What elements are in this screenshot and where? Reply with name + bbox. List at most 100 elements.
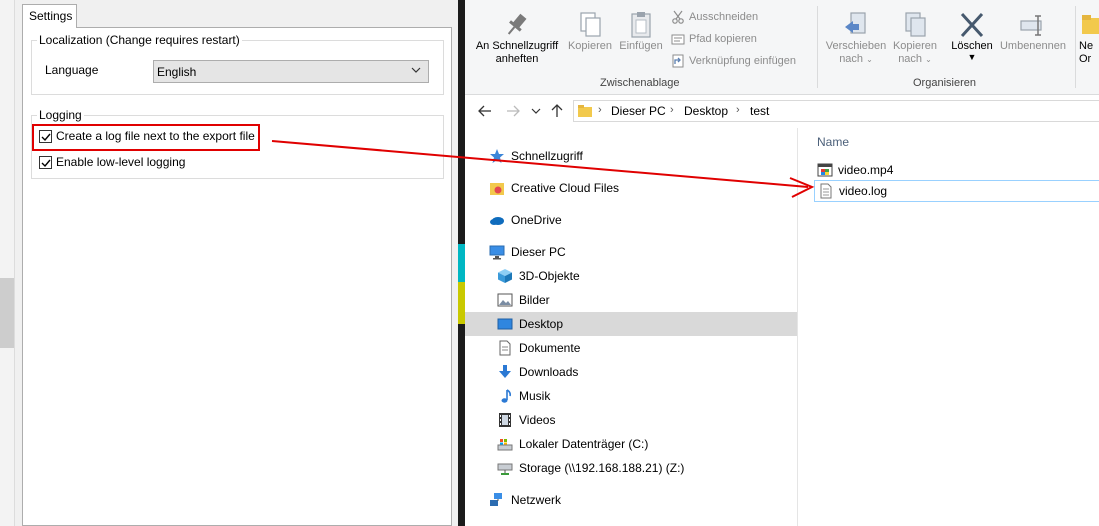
pin-icon	[507, 13, 527, 35]
delete-button[interactable]: Löschen ▼	[947, 10, 997, 62]
nav-item-this-pc[interactable]: Dieser PC	[465, 240, 797, 264]
nav-item-3d-objects[interactable]: 3D-Objekte	[465, 264, 797, 288]
language-select[interactable]: English	[153, 60, 429, 83]
desktop-gap	[458, 0, 465, 526]
cut-label: Ausschneiden	[689, 11, 759, 23]
copy-to-label-line1: Kopieren	[892, 40, 938, 52]
low-level-label: Enable low-level logging	[56, 155, 186, 169]
nav-label: Netzwerk	[511, 493, 562, 507]
paste-button[interactable]: Einfügen	[617, 10, 665, 53]
copy-label: Kopieren	[567, 40, 613, 52]
logging-group-title: Logging	[37, 108, 84, 122]
nav-item-music[interactable]: Musik	[465, 384, 797, 408]
column-header-name[interactable]: Name	[817, 135, 849, 149]
new-folder-button[interactable]: Ne Or	[1079, 10, 1099, 66]
network-icon	[490, 493, 502, 506]
file-row-video-mp4[interactable]: video.mp4	[814, 159, 1099, 181]
nav-item-videos[interactable]: Videos	[465, 408, 797, 432]
pin-label-line1: An Schnellzugriff	[475, 40, 559, 52]
copy-path-icon	[671, 34, 685, 45]
nav-item-creative-cloud[interactable]: Creative Cloud Files	[465, 176, 797, 200]
new-folder-label-line2: Or	[1079, 53, 1092, 65]
pictures-icon	[497, 293, 513, 307]
localization-group-title: Localization (Change requires restart)	[37, 33, 242, 47]
low-level-checkbox-row[interactable]: Enable low-level logging	[39, 155, 199, 171]
tab-settings-label: Settings	[29, 9, 73, 23]
copy-to-icon	[905, 12, 926, 37]
copy-path-button[interactable]: Pfad kopieren	[671, 31, 781, 49]
copy-to-label-line2: nach	[898, 53, 923, 65]
ribbon-separator	[1075, 6, 1076, 88]
copy-path-label: Pfad kopieren	[689, 33, 757, 45]
nav-label: Musik	[519, 389, 551, 403]
recent-locations-chevron-icon[interactable]	[531, 107, 541, 115]
pin-quick-access-button[interactable]: An Schnellzugriff anheften	[471, 10, 563, 66]
settings-page	[22, 27, 452, 526]
move-to-icon	[845, 12, 866, 34]
nav-item-documents[interactable]: Dokumente	[465, 336, 797, 360]
address-bar: › Dieser PC › Desktop › test	[465, 95, 1099, 127]
nav-item-storage[interactable]: Storage (\\192.168.188.21) (Z:)	[465, 456, 797, 480]
nav-item-network[interactable]: Netzwerk	[465, 488, 797, 512]
rename-icon	[1020, 15, 1042, 36]
tab-settings[interactable]: Settings	[22, 4, 77, 28]
cut-button[interactable]: Ausschneiden	[671, 9, 781, 27]
nav-label: OneDrive	[511, 213, 562, 227]
text-file-icon	[820, 183, 832, 199]
scrollbar-thumb[interactable]	[0, 278, 14, 348]
nav-item-onedrive[interactable]: OneDrive	[465, 208, 797, 232]
breadcrumb-separator: ›	[736, 104, 740, 116]
navigation-pane: Schnellzugriff Creative Cloud Files OneD…	[465, 128, 798, 526]
up-arrow-icon[interactable]	[549, 103, 565, 119]
creative-cloud-folder-icon	[490, 183, 504, 195]
new-folder-label-line1: Ne	[1079, 40, 1094, 52]
nav-label: Videos	[519, 413, 556, 427]
file-row-video-log[interactable]: video.log	[814, 180, 1099, 202]
nav-label: Creative Cloud Files	[511, 181, 620, 195]
move-to-label-line1: Verschieben	[825, 40, 887, 52]
nav-item-downloads[interactable]: Downloads	[465, 360, 797, 384]
move-to-button[interactable]: Verschieben nach ⌄	[823, 10, 889, 66]
nav-label: Storage (\\192.168.188.21) (Z:)	[519, 461, 685, 475]
video-file-icon	[817, 163, 833, 177]
nav-item-pictures[interactable]: Bilder	[465, 288, 797, 312]
breadcrumb-desktop[interactable]: Desktop	[684, 104, 728, 118]
breadcrumb-this-pc[interactable]: Dieser PC	[611, 104, 666, 118]
low-level-checkbox[interactable]	[39, 156, 52, 169]
nav-item-desktop[interactable]: Desktop	[465, 312, 797, 336]
desktop-icon	[497, 318, 513, 330]
paste-label: Einfügen	[619, 40, 663, 52]
nav-label: Dieser PC	[511, 245, 566, 259]
copy-button[interactable]: Kopieren	[566, 10, 614, 53]
left-side-strip	[0, 0, 15, 526]
chevron-down-icon	[411, 67, 421, 73]
star-icon	[490, 149, 504, 163]
file-list-pane: Name video.mp4 video.log	[798, 128, 1099, 526]
cloud-icon	[490, 217, 504, 225]
folder-icon	[578, 105, 592, 117]
back-arrow-icon[interactable]	[477, 103, 493, 119]
paste-shortcut-button[interactable]: Verknüpfung einfügen	[671, 53, 811, 71]
desktop-wallpaper-cyan	[458, 244, 465, 282]
address-input[interactable]: › Dieser PC › Desktop › test	[573, 100, 1099, 122]
language-label: Language	[45, 63, 99, 77]
nav-label: Lokaler Datenträger (C:)	[519, 437, 649, 451]
copy-to-button[interactable]: Kopieren nach ⌄	[889, 10, 941, 66]
annotation-highlight-box	[32, 124, 260, 151]
network-drive-icon	[497, 463, 513, 475]
music-note-icon	[501, 389, 511, 403]
nav-item-local-disk[interactable]: Lokaler Datenträger (C:)	[465, 432, 797, 456]
nav-item-quick-access[interactable]: Schnellzugriff	[465, 144, 797, 168]
forward-arrow-icon[interactable]	[505, 103, 521, 119]
paste-shortcut-label: Verknüpfung einfügen	[689, 55, 797, 67]
new-folder-icon	[1082, 15, 1099, 34]
pin-label-line2: anheften	[495, 53, 539, 65]
nav-label: Dokumente	[519, 341, 581, 355]
film-icon	[499, 413, 511, 427]
settings-window: Settings Localization (Change requires r…	[0, 0, 458, 526]
chevron-down-icon: ⌄	[925, 55, 932, 64]
nav-label: Desktop	[519, 317, 564, 331]
breadcrumb-test[interactable]: test	[750, 104, 769, 118]
rename-button[interactable]: Umbenennen	[997, 10, 1069, 53]
document-icon	[499, 340, 511, 356]
